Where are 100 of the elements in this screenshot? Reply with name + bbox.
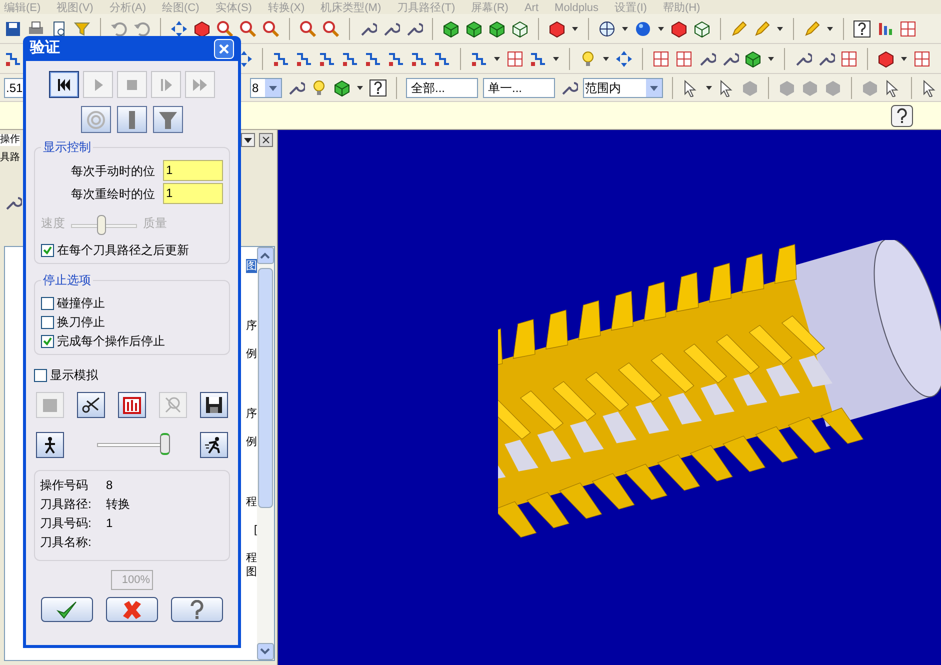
help-button[interactable]: [891, 104, 913, 126]
cube-icon[interactable]: [442, 20, 460, 38]
tree-item[interactable]: 序: [246, 319, 257, 333]
option-button[interactable]: [77, 392, 105, 418]
zoom-icon[interactable]: [299, 20, 317, 38]
info-value: 8: [106, 476, 113, 494]
panel-tab[interactable]: 操作: [0, 134, 20, 146]
checkbox[interactable]: [41, 244, 54, 256]
view-button[interactable]: [117, 106, 147, 133]
cube-icon[interactable]: [877, 50, 895, 68]
checkbox-label[interactable]: 换刀停止: [57, 315, 105, 329]
zoom-icon[interactable]: [239, 20, 257, 38]
input-field[interactable]: 单一...: [483, 78, 555, 98]
tree-item[interactable]: 例: [246, 435, 257, 449]
info-label: 刀具路径:: [40, 496, 92, 512]
checkbox-label[interactable]: 显示模拟: [50, 368, 98, 382]
scroll-down-icon[interactable]: [257, 643, 274, 660]
scrollbar[interactable]: [257, 247, 274, 660]
tree-item[interactable]: 图: [246, 565, 257, 579]
tree-item[interactable]: 程: [246, 495, 257, 509]
combo-box[interactable]: 范围内: [583, 78, 663, 98]
grid-icon[interactable]: [913, 50, 931, 68]
info-value: 转换: [106, 496, 130, 512]
cube-icon[interactable]: [548, 20, 566, 38]
input-field[interactable]: 全部...: [406, 78, 478, 98]
grid-icon[interactable]: [652, 50, 670, 68]
checkbox[interactable]: [41, 334, 54, 348]
pencil-icon[interactable]: [753, 20, 771, 38]
ok-button[interactable]: [41, 597, 93, 622]
close-button[interactable]: [214, 38, 234, 58]
group-title: 停止选项: [41, 273, 93, 287]
combo-box[interactable]: 8: [250, 78, 282, 98]
slider-label: 质量: [143, 215, 167, 232]
zoom-icon[interactable]: [216, 20, 234, 38]
tree-item[interactable]: 程: [246, 551, 257, 565]
checkmark-icon: [43, 246, 52, 254]
checkbox-label[interactable]: 在每个刀具路径之后更新: [57, 243, 189, 257]
cancel-button[interactable]: [106, 597, 158, 622]
pencil-icon[interactable]: [730, 20, 748, 38]
undo-icon[interactable]: [110, 20, 128, 38]
checkbox[interactable]: [34, 368, 47, 382]
group-title: 显示控制: [41, 140, 93, 154]
save-icon[interactable]: [4, 20, 22, 38]
checkbox-label[interactable]: 碰撞停止: [57, 296, 105, 310]
question-mark-icon: [895, 108, 909, 124]
help-button[interactable]: [171, 597, 223, 622]
cube-icon[interactable]: [465, 20, 483, 38]
running-person-icon: [205, 436, 223, 454]
field-label: 每次重绘时的位: [71, 186, 155, 202]
input-field[interactable]: 1: [163, 183, 223, 204]
scroll-up-icon[interactable]: [257, 247, 274, 264]
undo-icon[interactable]: [133, 20, 151, 38]
grid-icon[interactable]: [675, 50, 693, 68]
grid-icon[interactable]: [899, 20, 917, 38]
speed-slider-thumb[interactable]: [160, 433, 170, 455]
slow-button[interactable]: [36, 432, 64, 458]
wireframe-cube-icon[interactable]: [693, 20, 711, 38]
wireframe-cube-icon[interactable]: [511, 20, 529, 38]
move-arrows-icon[interactable]: [615, 50, 633, 68]
pencil-icon[interactable]: [803, 20, 821, 38]
option-button[interactable]: [200, 392, 228, 418]
cube-icon[interactable]: [333, 78, 351, 96]
help-icon[interactable]: [369, 78, 387, 96]
zoom-icon[interactable]: [262, 20, 280, 38]
view-button[interactable]: [153, 106, 183, 133]
grid-icon[interactable]: [506, 50, 524, 68]
tree-item[interactable]: 序: [246, 407, 257, 421]
globe-icon[interactable]: [598, 20, 616, 38]
panel-header: 具路: [0, 151, 20, 165]
dialog-title: 验证: [30, 38, 60, 58]
combo-value: 8: [251, 80, 260, 96]
grid-icon[interactable]: [840, 50, 858, 68]
cube-icon[interactable]: [670, 20, 688, 38]
checkbox-label[interactable]: 完成每个操作后停止: [57, 334, 165, 348]
move-arrows-icon[interactable]: [170, 20, 188, 38]
info-value: 1: [106, 514, 113, 532]
checkmark-icon: [56, 600, 78, 620]
checkbox[interactable]: [41, 296, 54, 310]
checkmark-icon: [43, 336, 52, 346]
cube-icon[interactable]: [488, 20, 506, 38]
progress-field: 100%: [111, 570, 153, 590]
tree-item[interactable]: 图: [246, 259, 257, 273]
scroll-thumb[interactable]: [258, 268, 273, 508]
cube-icon[interactable]: [744, 50, 762, 68]
cycle-icon: [86, 110, 106, 130]
scissors-icon: [81, 395, 101, 415]
tree-item[interactable]: 例: [246, 347, 257, 361]
speed-slider[interactable]: [94, 433, 170, 457]
checkbox[interactable]: [41, 316, 54, 328]
playback-button[interactable]: [49, 71, 79, 98]
fast-button[interactable]: [200, 432, 228, 458]
tree-item[interactable]: [: [254, 523, 257, 537]
zoom-icon[interactable]: [322, 20, 340, 38]
combo-value: 范围内: [584, 80, 622, 96]
help-icon[interactable]: [853, 20, 871, 38]
sphere-icon[interactable]: [634, 20, 652, 38]
input-field[interactable]: 1: [163, 160, 223, 181]
option-button[interactable]: [118, 392, 146, 418]
close-icon[interactable]: [259, 133, 273, 147]
question-mark-icon: [189, 600, 205, 620]
